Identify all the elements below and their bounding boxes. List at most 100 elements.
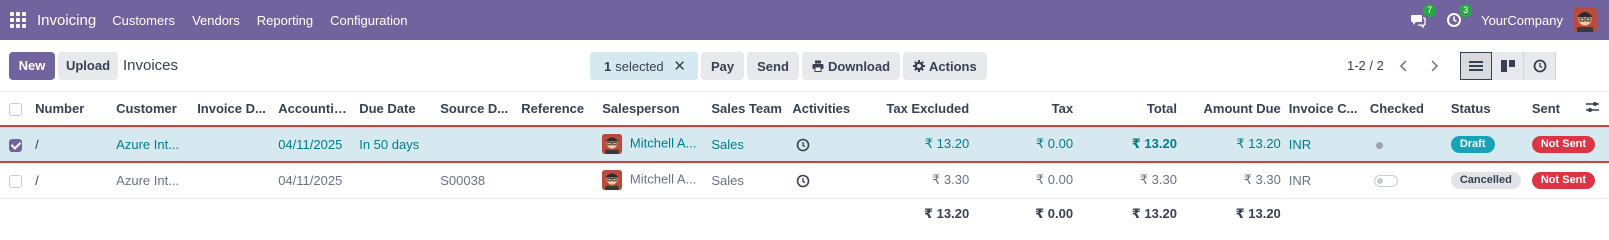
optional-columns-icon[interactable] — [1586, 101, 1599, 116]
cell-due-date[interactable]: In 50 days — [355, 125, 437, 163]
pager-previous-icon[interactable] — [1389, 52, 1419, 80]
upload-button[interactable]: Upload — [58, 51, 118, 80]
selection-actions: 1 selected ✕ Pay Send Download Actions — [590, 52, 987, 80]
cell-accounting-date[interactable]: 04/11/2025 — [274, 162, 356, 199]
col-sales-team[interactable]: Sales Team — [707, 92, 789, 127]
cell-customer[interactable]: Azure Int... — [112, 162, 194, 199]
col-source-document[interactable]: Source D... — [436, 92, 518, 127]
download-button[interactable]: Download — [801, 52, 901, 80]
activity-view-icon[interactable] — [1524, 52, 1556, 80]
menu-reporting[interactable]: Reporting — [257, 13, 313, 28]
col-activities[interactable]: Activities — [788, 92, 870, 127]
menu-configuration[interactable]: Configuration — [330, 13, 407, 28]
cell-number[interactable]: / — [31, 162, 113, 199]
table-row[interactable]: / Azure Int... 04/11/2025 In 50 days Mit… — [0, 125, 1609, 163]
cell-sent[interactable]: Not Sent — [1527, 125, 1609, 163]
col-salesperson[interactable]: Salesperson — [598, 92, 708, 127]
col-checked[interactable]: Checked — [1365, 92, 1447, 127]
cell-customer[interactable]: Azure Int... — [112, 125, 194, 163]
cell-status[interactable]: Draft — [1446, 125, 1528, 163]
pager-value[interactable]: 1-2 / 2 — [1347, 58, 1384, 73]
menu-vendors[interactable]: Vendors — [192, 13, 240, 28]
pay-button[interactable]: Pay — [701, 52, 745, 80]
print-icon — [812, 60, 824, 72]
cell-source[interactable]: S00038 — [436, 162, 518, 199]
col-customer[interactable]: Customer — [112, 92, 194, 127]
col-reference[interactable]: Reference — [517, 92, 599, 127]
cell-reference[interactable] — [517, 125, 599, 163]
cell-amount-due[interactable]: ₹ 13.20 — [1180, 125, 1285, 163]
messages-icon[interactable]: 7 — [1409, 4, 1437, 29]
checked-toggle[interactable] — [1373, 175, 1398, 188]
cell-activities[interactable] — [788, 162, 870, 199]
cell-currency[interactable]: INR — [1284, 125, 1366, 163]
cell-currency[interactable]: INR — [1284, 162, 1366, 199]
pager-next-icon[interactable] — [1419, 52, 1449, 80]
salesperson-avatar — [602, 170, 623, 191]
checked-indicator[interactable] — [1375, 141, 1383, 149]
row-checkbox[interactable] — [9, 174, 22, 188]
cell-tax[interactable]: ₹ 0.00 — [973, 125, 1078, 163]
activity-clock-icon[interactable] — [796, 174, 810, 188]
cell-tax[interactable]: ₹ 0.00 — [973, 162, 1078, 199]
col-amount-due[interactable]: Amount Due — [1180, 92, 1285, 127]
app-name[interactable]: Invoicing — [37, 12, 96, 29]
col-tax[interactable]: Tax — [973, 92, 1078, 127]
cell-sales-team[interactable]: Sales — [707, 125, 789, 163]
cell-source[interactable] — [436, 125, 518, 163]
breadcrumb: Invoices — [123, 57, 179, 74]
col-tax-excluded[interactable]: Tax Excluded — [869, 92, 974, 127]
cell-activities[interactable] — [788, 125, 870, 163]
list-view-icon[interactable] — [1460, 52, 1492, 80]
company-name[interactable]: YourCompany — [1481, 13, 1563, 28]
cell-reference[interactable] — [517, 162, 599, 199]
row-select-cell[interactable] — [0, 125, 32, 163]
cell-checked[interactable] — [1365, 125, 1447, 163]
select-all-cell[interactable] — [0, 92, 32, 127]
activity-clock-icon[interactable] — [796, 138, 810, 152]
cell-checked[interactable] — [1365, 162, 1447, 199]
cell-number[interactable]: / — [31, 125, 113, 163]
apps-menu-icon[interactable] — [10, 12, 26, 28]
col-sent-label: Sent — [1531, 101, 1561, 116]
user-avatar[interactable] — [1573, 8, 1597, 32]
col-due-date[interactable]: Due Date — [355, 92, 437, 127]
activities-clock-icon[interactable]: 3 — [1445, 4, 1473, 29]
select-all-checkbox[interactable] — [9, 103, 22, 117]
invoices-table: Number Customer Invoice D... Accountin..… — [0, 92, 1609, 230]
salesperson-name: Mitchell A... — [629, 171, 697, 187]
col-status[interactable]: Status — [1446, 92, 1528, 127]
control-panel: New Upload Invoices 1 selected ✕ Pay Sen… — [0, 40, 1609, 92]
cell-sent[interactable]: Not Sent — [1527, 162, 1609, 199]
col-accounting-date[interactable]: Accountin... — [274, 92, 356, 127]
cell-due-date[interactable] — [355, 162, 437, 199]
cell-tax-excluded[interactable]: ₹ 13.20 — [869, 125, 974, 163]
cell-sales-team[interactable]: Sales — [707, 162, 789, 199]
cell-amount-due[interactable]: ₹ 3.30 — [1180, 162, 1285, 199]
col-sent[interactable]: Sent — [1527, 92, 1609, 127]
menu-customers[interactable]: Customers — [112, 13, 175, 28]
actions-button[interactable]: Actions — [903, 52, 987, 80]
total-tax-excluded: ₹ 13.20 — [924, 206, 970, 222]
row-checkbox[interactable] — [9, 138, 22, 152]
cell-status[interactable]: Cancelled — [1446, 162, 1528, 199]
cell-salesperson[interactable]: Mitchell A... — [598, 162, 708, 199]
activities-badge: 3 — [1459, 4, 1473, 17]
cell-tax-excluded[interactable]: ₹ 3.30 — [869, 162, 974, 199]
table-row[interactable]: / Azure Int... 04/11/2025 S00038 Mitchel… — [0, 162, 1609, 199]
cell-total[interactable]: ₹ 13.20 — [1077, 125, 1181, 163]
cell-invoice-date[interactable] — [193, 162, 275, 199]
send-button[interactable]: Send — [747, 52, 799, 80]
cell-accounting-date[interactable]: 04/11/2025 — [274, 125, 356, 163]
cell-salesperson[interactable]: Mitchell A... — [598, 125, 708, 163]
col-invoice-currency[interactable]: Invoice C... — [1284, 92, 1366, 127]
cell-invoice-date[interactable] — [193, 125, 275, 163]
col-number[interactable]: Number — [31, 92, 113, 127]
cell-total[interactable]: ₹ 3.30 — [1077, 162, 1181, 199]
clear-selection-icon[interactable]: ✕ — [673, 57, 686, 75]
col-total[interactable]: Total — [1077, 92, 1181, 127]
row-select-cell[interactable] — [0, 162, 32, 199]
new-button[interactable]: New — [9, 51, 55, 80]
kanban-view-icon[interactable] — [1492, 52, 1524, 80]
col-invoice-date[interactable]: Invoice D... — [193, 92, 275, 127]
